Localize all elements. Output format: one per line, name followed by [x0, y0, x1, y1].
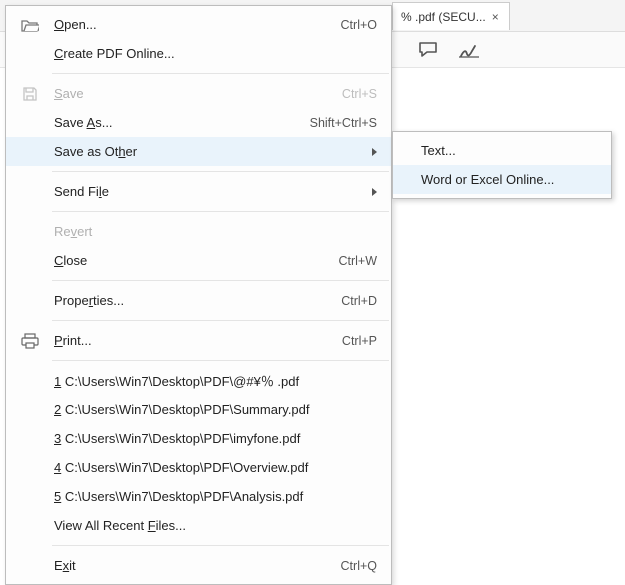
menu-save: Save Ctrl+S: [6, 79, 391, 108]
menu-print[interactable]: Print... Ctrl+P: [6, 326, 391, 355]
menu-label: View All Recent Files...: [54, 518, 377, 533]
shortcut: Ctrl+P: [342, 334, 377, 348]
menu-label: Revert: [54, 224, 377, 239]
submenu-text[interactable]: Text...: [393, 136, 611, 165]
menu-label: 4 C:\Users\Win7\Desktop\PDF\Overview.pdf: [54, 460, 377, 475]
sign-icon[interactable]: [458, 41, 480, 59]
menu-view-all-recent[interactable]: View All Recent Files...: [6, 511, 391, 540]
menu-recent-file[interactable]: 1 C:\Users\Win7\Desktop\PDF\@#¥％ .pdf: [6, 366, 391, 395]
menu-separator: [52, 171, 389, 172]
shortcut: Shift+Ctrl+S: [310, 116, 377, 130]
comment-icon[interactable]: [418, 41, 438, 59]
menu-label: Print...: [54, 333, 342, 348]
menu-properties[interactable]: Properties... Ctrl+D: [6, 286, 391, 315]
menu-label: 2 C:\Users\Win7\Desktop\PDF\Summary.pdf: [54, 402, 377, 417]
chevron-right-icon: [372, 188, 377, 196]
file-menu: Open... Ctrl+O Create PDF Online... Save…: [5, 5, 392, 585]
submenu-word-excel-online[interactable]: Word or Excel Online...: [393, 165, 611, 194]
menu-label: Save as Other: [54, 144, 364, 159]
document-tab[interactable]: % .pdf (SECU... ×: [392, 2, 510, 30]
shortcut: Ctrl+D: [341, 294, 377, 308]
menu-label: Text...: [421, 143, 597, 158]
menu-label: Save: [54, 86, 342, 101]
menu-label: Save As...: [54, 115, 310, 130]
close-icon[interactable]: ×: [492, 10, 499, 24]
menu-separator: [52, 73, 389, 74]
menu-label: Properties...: [54, 293, 341, 308]
menu-exit[interactable]: Exit Ctrl+Q: [6, 551, 391, 580]
menu-separator: [52, 280, 389, 281]
menu-send-file[interactable]: Send File: [6, 177, 391, 206]
save-icon: [6, 86, 54, 102]
folder-open-icon: [6, 18, 54, 32]
menu-label: Close: [54, 253, 338, 268]
shortcut: Ctrl+S: [342, 87, 377, 101]
menu-recent-file[interactable]: 5 C:\Users\Win7\Desktop\PDF\Analysis.pdf: [6, 482, 391, 511]
menu-separator: [52, 545, 389, 546]
menu-label: 3 C:\Users\Win7\Desktop\PDF\imyfone.pdf: [54, 431, 377, 446]
chevron-right-icon: [372, 148, 377, 156]
menu-separator: [52, 360, 389, 361]
menu-label: 5 C:\Users\Win7\Desktop\PDF\Analysis.pdf: [54, 489, 377, 504]
menu-label: 1 C:\Users\Win7\Desktop\PDF\@#¥％ .pdf: [54, 371, 377, 390]
menu-recent-file[interactable]: 2 C:\Users\Win7\Desktop\PDF\Summary.pdf: [6, 395, 391, 424]
menu-separator: [52, 320, 389, 321]
menu-label: Word or Excel Online...: [421, 172, 597, 187]
save-as-other-submenu: Text... Word or Excel Online...: [392, 131, 612, 199]
menu-label: Send File: [54, 184, 364, 199]
menu-label: Open...: [54, 17, 341, 32]
shortcut: Ctrl+O: [341, 18, 377, 32]
menu-revert: Revert: [6, 217, 391, 246]
menu-label: Exit: [54, 558, 341, 573]
menu-close[interactable]: Close Ctrl+W: [6, 246, 391, 275]
menu-separator: [52, 211, 389, 212]
shortcut: Ctrl+Q: [341, 559, 377, 573]
shortcut: Ctrl+W: [338, 254, 377, 268]
menu-label: Create PDF Online...: [54, 46, 377, 61]
print-icon: [6, 333, 54, 349]
menu-save-as[interactable]: Save As... Shift+Ctrl+S: [6, 108, 391, 137]
menu-recent-file[interactable]: 4 C:\Users\Win7\Desktop\PDF\Overview.pdf: [6, 453, 391, 482]
menu-save-as-other[interactable]: Save as Other: [6, 137, 391, 166]
menu-create-pdf-online[interactable]: Create PDF Online...: [6, 39, 391, 68]
menu-recent-file[interactable]: 3 C:\Users\Win7\Desktop\PDF\imyfone.pdf: [6, 424, 391, 453]
menu-open[interactable]: Open... Ctrl+O: [6, 10, 391, 39]
tab-title: % .pdf (SECU...: [401, 10, 486, 24]
